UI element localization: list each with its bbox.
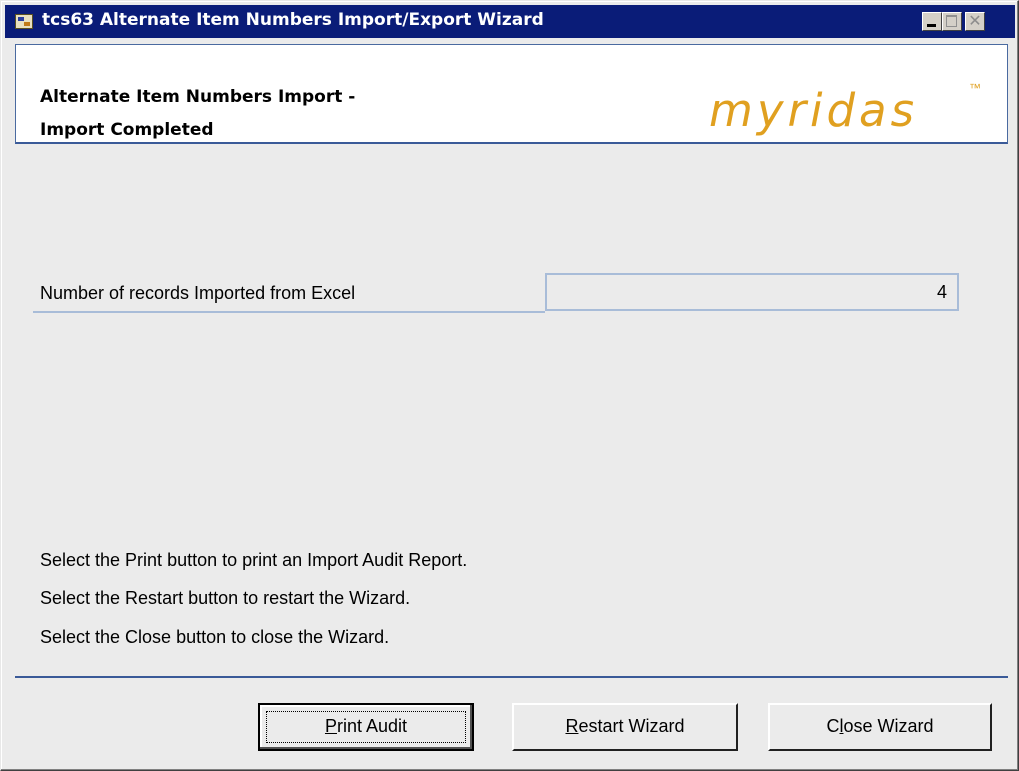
records-imported-label: Number of records Imported from Excel [40, 283, 356, 303]
window-title: tcs63 Alternate Item Numbers Import/Expo… [42, 10, 544, 30]
field-underline [33, 311, 545, 313]
records-imported-value: 4 [545, 273, 959, 311]
footer-divider [15, 676, 1008, 678]
instruction-print: Select the Print button to print an Impo… [40, 550, 468, 570]
wizard-window: tcs63 Alternate Item Numbers Import/Expo… [0, 0, 1019, 771]
title-bar[interactable]: tcs63 Alternate Item Numbers Import/Expo… [5, 5, 1015, 38]
page-title: Alternate Item Numbers Import - Import C… [40, 81, 355, 147]
close-wizard-label: ose Wizard [843, 716, 934, 736]
myridas-logo: myridas [709, 84, 919, 137]
restart-wizard-mnemonic: R [565, 716, 579, 736]
close-icon: ✕ [968, 11, 982, 30]
minimize-button[interactable] [922, 12, 942, 31]
page-title-line1: Alternate Item Numbers Import - [40, 87, 356, 107]
maximize-button[interactable] [942, 12, 962, 31]
print-audit-button[interactable]: Print Audit [258, 703, 474, 751]
instruction-close: Select the Close button to close the Wiz… [40, 627, 390, 647]
focus-rectangle [266, 711, 466, 743]
close-wizard-label-start: C [826, 716, 840, 736]
instruction-restart: Select the Restart button to restart the… [40, 588, 411, 608]
restart-wizard-button[interactable]: Restart Wizard [512, 703, 738, 751]
trademark-symbol: ™ [969, 81, 981, 95]
app-icon[interactable] [15, 14, 33, 29]
restart-wizard-label: estart Wizard [578, 716, 685, 736]
page-title-line2: Import Completed [40, 120, 214, 140]
close-wizard-button[interactable]: Close Wizard [768, 703, 992, 751]
close-window-button[interactable]: ✕ [965, 11, 985, 31]
